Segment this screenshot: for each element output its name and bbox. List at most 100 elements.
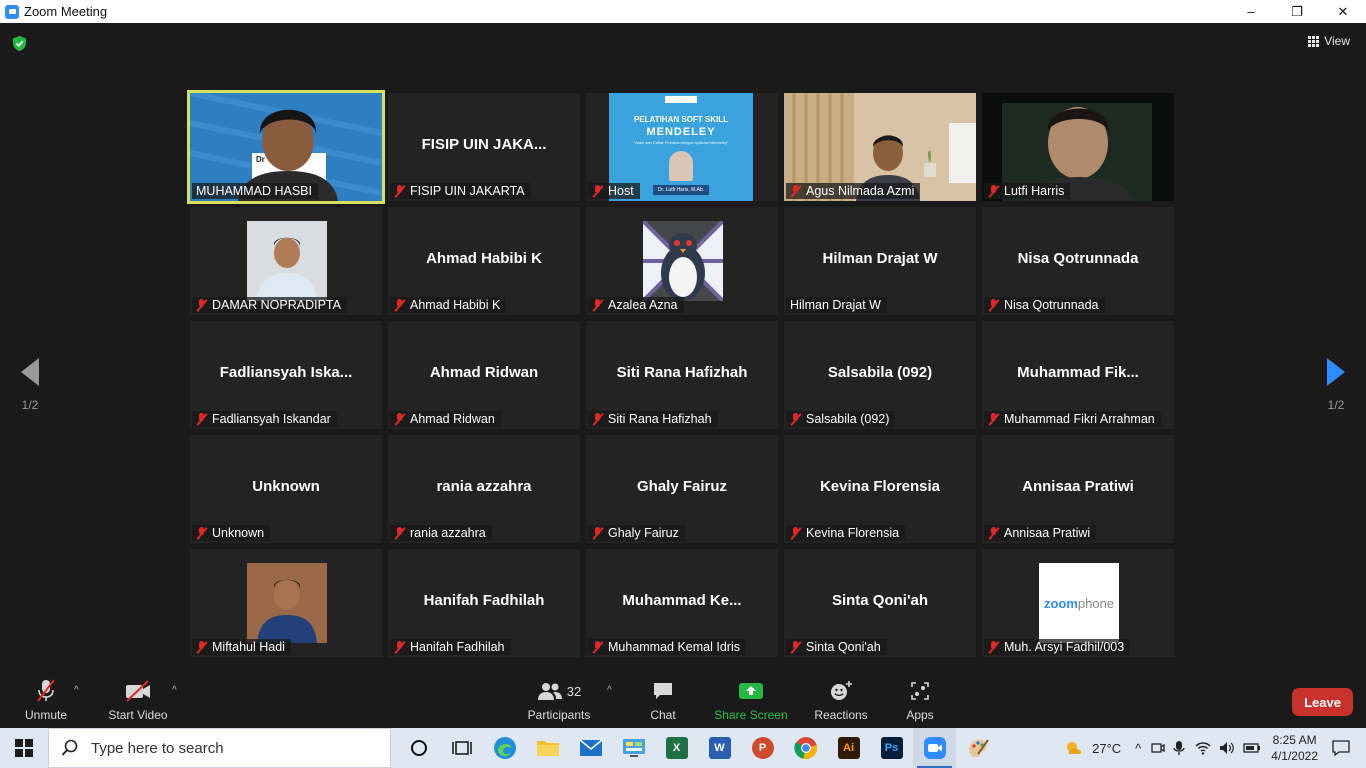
- battery-icon[interactable]: [1243, 742, 1261, 754]
- participant-display-name: Annisaa Pratiwi: [1022, 478, 1134, 495]
- muted-mic-icon: [790, 412, 801, 426]
- participant-display-name: Siti Rana Hafizhah: [616, 364, 748, 381]
- participant-tile[interactable]: Lutfi Harris: [982, 93, 1174, 201]
- participant-tile[interactable]: PELATIHAN SOFT SKILL MENDELEY "Atasi dan…: [586, 93, 778, 201]
- file-explorer-icon[interactable]: [526, 728, 569, 768]
- muted-mic-icon: [790, 526, 801, 540]
- windows-start-button[interactable]: [0, 728, 48, 768]
- participant-name-label: FISIP UIN JAKARTA: [390, 183, 531, 199]
- reactions-button[interactable]: Reactions: [812, 675, 870, 728]
- participants-options-caret[interactable]: ^: [607, 685, 612, 696]
- participant-tile[interactable]: Sinta Qoni'ah Sinta Qoni'ah: [784, 549, 976, 657]
- paint-icon[interactable]: [956, 728, 999, 768]
- participants-count: 32: [566, 683, 582, 699]
- share-screen-button[interactable]: Share Screen: [714, 675, 788, 728]
- view-button[interactable]: View: [1308, 34, 1350, 48]
- cortana-icon[interactable]: [397, 728, 440, 768]
- participant-name-label: Muh. Arsyi Fadhil/003: [984, 639, 1131, 655]
- participants-button[interactable]: 32 Participants: [524, 675, 594, 728]
- participant-name-label: Muhammad Kemal Idris: [588, 639, 746, 655]
- participant-name-label: Kevina Florensia: [786, 525, 906, 541]
- participant-name-label: Host: [588, 183, 640, 199]
- participant-display-name: Sinta Qoni'ah: [831, 592, 929, 609]
- participant-tile[interactable]: Fadliansyah Iska... Fadliansyah Iskandar: [190, 321, 382, 429]
- powerpoint-icon[interactable]: P: [741, 728, 784, 768]
- unmute-label: Unmute: [24, 708, 68, 722]
- participant-tile[interactable]: Dr MUHAMMAD HASBI: [187, 90, 385, 204]
- wifi-icon[interactable]: [1195, 741, 1211, 755]
- muted-mic-icon: [790, 184, 801, 198]
- weather-icon[interactable]: [1064, 739, 1086, 757]
- volume-icon[interactable]: [1219, 741, 1235, 755]
- chrome-icon[interactable]: [784, 728, 827, 768]
- restore-button[interactable]: ❐: [1274, 0, 1320, 23]
- participant-avatar: [641, 219, 725, 303]
- muted-mic-icon: [196, 298, 207, 312]
- arrow-left-icon: [21, 358, 39, 386]
- notifications-icon[interactable]: [1332, 740, 1350, 756]
- participant-display-name: Ghaly Fairuz: [636, 478, 728, 495]
- muted-mic-icon: [394, 298, 405, 312]
- participant-tile[interactable]: FISIP UIN JAKA... FISIP UIN JAKARTA: [388, 93, 580, 201]
- participant-display-name: Ahmad Ridwan: [429, 364, 539, 381]
- participant-tile[interactable]: Muhammad Fik... Muhammad Fikri Arrahman: [982, 321, 1174, 429]
- slide-title-line1: PELATIHAN SOFT SKILL: [633, 115, 729, 124]
- excel-icon[interactable]: X: [655, 728, 698, 768]
- mail-icon[interactable]: [569, 728, 612, 768]
- microphone-tray-icon[interactable]: [1173, 740, 1185, 756]
- word-icon[interactable]: W: [698, 728, 741, 768]
- edge-icon[interactable]: [483, 728, 526, 768]
- participant-tile[interactable]: rania azzahra rania azzahra: [388, 435, 580, 543]
- illustrator-icon[interactable]: Ai: [827, 728, 870, 768]
- unmute-button[interactable]: Unmute: [22, 675, 70, 728]
- meet-now-icon[interactable]: [1151, 741, 1165, 755]
- previous-page-button[interactable]: 1/2: [10, 358, 50, 412]
- muted-mic-icon: [592, 184, 603, 198]
- taskbar-clock[interactable]: 8:25 AM 4/1/2022: [1271, 732, 1318, 764]
- close-button[interactable]: ✕: [1320, 0, 1366, 23]
- window-title: Zoom Meeting: [24, 4, 108, 19]
- participant-display-name: rania azzahra: [436, 478, 532, 495]
- participant-tile[interactable]: zoom phone Muh. Arsyi Fadhil/003: [982, 549, 1174, 657]
- participant-tile[interactable]: DAMAR NOPRADIPTA: [190, 207, 382, 315]
- participant-display-name: Fadliansyah Iska...: [219, 364, 353, 381]
- participant-tile[interactable]: Nisa Qotrunnada Nisa Qotrunnada: [982, 207, 1174, 315]
- chat-button[interactable]: Chat: [640, 675, 686, 728]
- minimize-button[interactable]: –: [1228, 0, 1274, 23]
- control-panel-icon[interactable]: [612, 728, 655, 768]
- participant-tile[interactable]: Hanifah Fadhilah Hanifah Fadhilah: [388, 549, 580, 657]
- sign-text: Dr: [256, 155, 265, 164]
- participant-tile[interactable]: Muhammad Ke... Muhammad Kemal Idris: [586, 549, 778, 657]
- audio-options-caret[interactable]: ^: [74, 685, 79, 696]
- participant-tile[interactable]: Salsabila (092) Salsabila (092): [784, 321, 976, 429]
- participant-tile[interactable]: Annisaa Pratiwi Annisaa Pratiwi: [982, 435, 1174, 543]
- participant-tile[interactable]: Ahmad Ridwan Ahmad Ridwan: [388, 321, 580, 429]
- next-page-button[interactable]: 1/2: [1316, 358, 1356, 412]
- zoom-taskbar-icon[interactable]: [913, 728, 956, 768]
- apps-label: Apps: [906, 708, 934, 722]
- show-hidden-icons-icon[interactable]: ^: [1135, 741, 1141, 756]
- participant-tile[interactable]: Hilman Drajat W Hilman Drajat W: [784, 207, 976, 315]
- participant-name-label: Miftahul Hadi: [192, 639, 291, 655]
- leave-button[interactable]: Leave: [1292, 688, 1353, 716]
- participant-tile[interactable]: Ghaly Fairuz Ghaly Fairuz: [586, 435, 778, 543]
- video-options-caret[interactable]: ^: [172, 685, 177, 696]
- weather-temperature[interactable]: 27°C: [1092, 741, 1121, 756]
- zoomphone-logo: zoom phone: [1039, 563, 1119, 643]
- presenter-photo: [669, 151, 693, 181]
- participant-tile[interactable]: Miftahul Hadi: [190, 549, 382, 657]
- participant-tile[interactable]: Kevina Florensia Kevina Florensia: [784, 435, 976, 543]
- participant-tile[interactable]: Siti Rana Hafizhah Siti Rana Hafizhah: [586, 321, 778, 429]
- taskbar-search-box[interactable]: Type here to search: [48, 728, 391, 768]
- participant-tile[interactable]: Ahmad Habibi K Ahmad Habibi K: [388, 207, 580, 315]
- meeting-toolbar: Unmute ^ Start Video ^ 32 Participants ^: [0, 675, 1366, 728]
- start-video-button[interactable]: Start Video: [106, 675, 170, 728]
- participant-display-name: FISIP UIN JAKA...: [421, 136, 547, 153]
- participant-tile[interactable]: Unknown Unknown: [190, 435, 382, 543]
- task-view-icon[interactable]: [440, 728, 483, 768]
- participant-tile[interactable]: Azalea Azna: [586, 207, 778, 315]
- security-shield-icon[interactable]: [11, 35, 28, 52]
- participant-tile[interactable]: Agus Nilmada Azmi: [784, 93, 976, 201]
- apps-button[interactable]: Apps: [900, 675, 940, 728]
- photoshop-icon[interactable]: Ps: [870, 728, 913, 768]
